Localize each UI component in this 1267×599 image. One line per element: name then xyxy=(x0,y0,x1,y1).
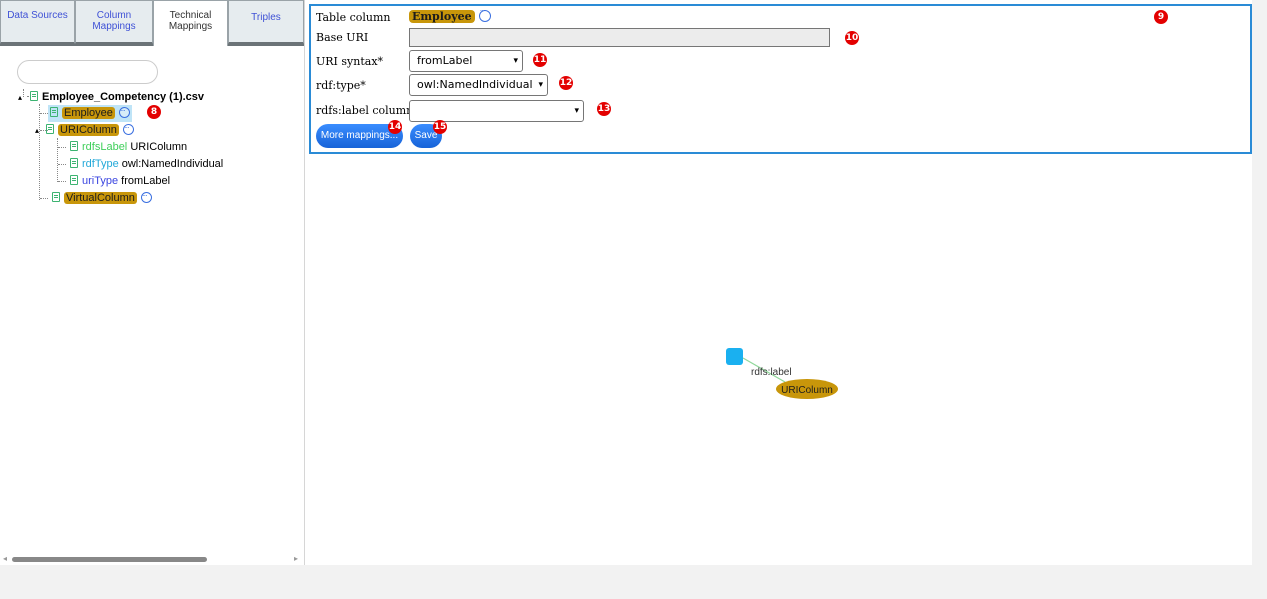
column-pill: VirtualColumn xyxy=(64,192,137,204)
tree-connector xyxy=(40,198,48,199)
tree-connector xyxy=(58,147,66,148)
graph-source-node[interactable] xyxy=(726,348,743,365)
step-badge: 8 xyxy=(147,105,161,119)
tree-connector xyxy=(58,164,66,165)
tab-column-mappings[interactable]: Column Mappings xyxy=(75,0,153,44)
more-options-icon[interactable] xyxy=(122,120,134,136)
collapse-toggle-icon[interactable]: ▴ xyxy=(18,93,22,102)
mapping-value: owl:NamedIndividual xyxy=(121,158,224,170)
tab-bar: Data Sources Column Mappings Technical M… xyxy=(0,0,304,46)
tree-item-uricolumn[interactable]: ▴ URIColumn xyxy=(35,120,134,138)
column-pill: URIColumn xyxy=(58,124,119,136)
tab-data-sources[interactable]: Data Sources xyxy=(0,0,75,44)
tree-item-employee[interactable]: Employee xyxy=(48,103,132,122)
tab-triples[interactable]: Triples xyxy=(228,0,304,44)
tree-connector xyxy=(39,104,40,200)
file-icon xyxy=(70,158,78,168)
mapping-key: rdfType xyxy=(82,158,119,170)
file-icon xyxy=(52,192,60,202)
tree-item-uritype[interactable]: uriType fromLabel xyxy=(70,173,170,189)
mapping-value: fromLabel xyxy=(121,175,171,187)
mapping-graph[interactable]: rdfs:label URIColumn xyxy=(305,0,1252,565)
more-options-icon[interactable] xyxy=(118,103,130,119)
tab-divider xyxy=(228,44,304,46)
graph-target-label: URIColumn xyxy=(781,385,833,396)
column-pill: Employee xyxy=(62,107,115,119)
tab-technical-mappings[interactable]: Technical Mappings xyxy=(153,0,228,46)
right-panel: Table column Employee 9 Base URI 10 URI … xyxy=(305,0,1252,565)
scrollbar-thumb[interactable] xyxy=(12,557,207,562)
tree-root[interactable]: ▴ Employee_Competency (1).csv xyxy=(18,89,204,105)
file-icon xyxy=(46,124,55,134)
tree-search-input[interactable] xyxy=(17,60,158,84)
tree-root-label: Employee_Competency (1).csv xyxy=(42,91,205,103)
scroll-left-icon[interactable]: ◂ xyxy=(3,554,7,563)
file-icon xyxy=(70,141,78,151)
file-icon xyxy=(50,107,58,117)
horizontal-scrollbar[interactable]: ◂ ▸ xyxy=(0,553,304,565)
mapping-value: URIColumn xyxy=(130,141,188,153)
more-options-icon[interactable] xyxy=(140,188,152,204)
tree-item-rdfslabel[interactable]: rdfsLabel URIColumn xyxy=(70,139,187,155)
mapping-key: uriType xyxy=(82,175,119,187)
tree-connector xyxy=(58,181,66,182)
left-panel: Data Sources Column Mappings Technical M… xyxy=(0,0,305,565)
tab-divider xyxy=(0,44,153,46)
tree-connector xyxy=(57,138,58,182)
scroll-right-icon[interactable]: ▸ xyxy=(294,554,298,563)
file-icon xyxy=(70,175,78,185)
tree-connector xyxy=(40,113,48,114)
file-icon xyxy=(30,91,39,101)
collapse-toggle-icon[interactable]: ▴ xyxy=(35,126,39,135)
tree-item-virtualcolumn[interactable]: VirtualColumn xyxy=(52,188,152,206)
graph-edge-label: rdfs:label xyxy=(751,367,792,378)
tree-item-rdftype[interactable]: rdfType owl:NamedIndividual xyxy=(70,156,223,172)
mapping-key: rdfsLabel xyxy=(82,141,128,153)
